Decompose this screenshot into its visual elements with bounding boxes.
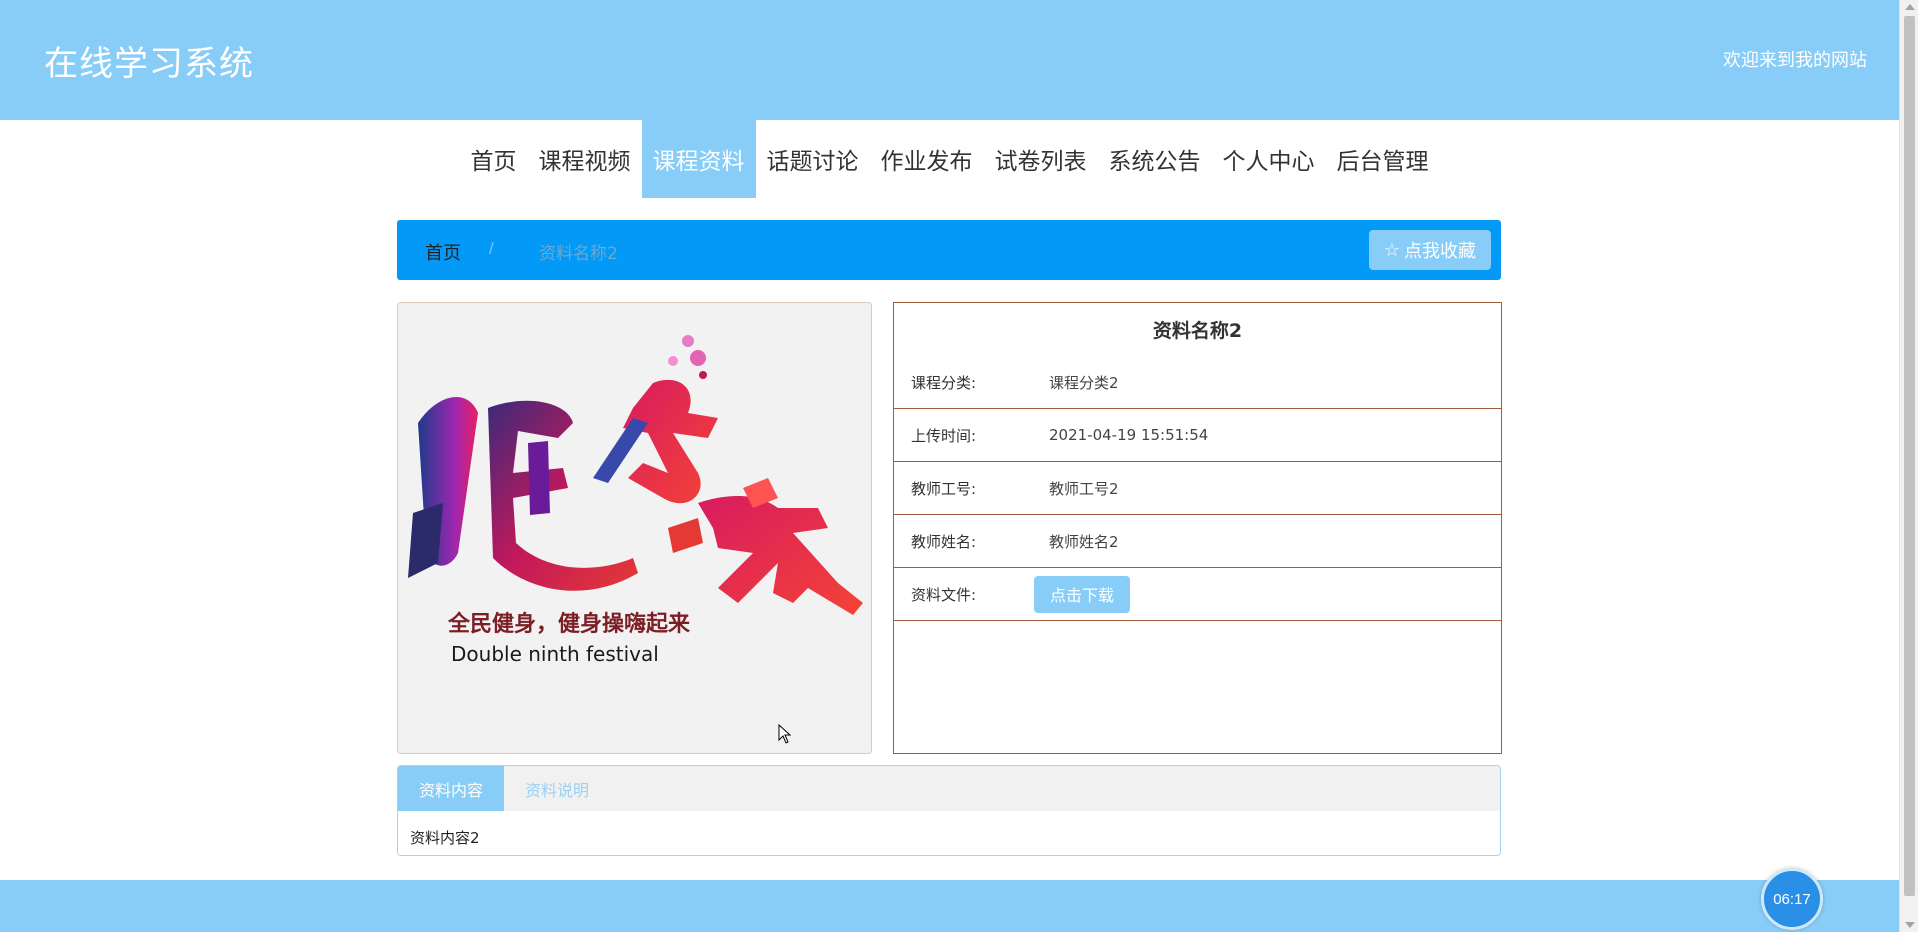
- poster-subtitle-cn: 全民健身，健身操嗨起来: [447, 611, 691, 637]
- tab-material-description[interactable]: 资料说明: [504, 766, 610, 811]
- nav-item-announcements[interactable]: 系统公告: [1098, 120, 1212, 198]
- category-label: 课程分类:: [911, 373, 977, 392]
- site-footer: [0, 880, 1899, 932]
- upload-time-label: 上传时间:: [911, 426, 977, 445]
- mouse-cursor-icon: [778, 724, 792, 744]
- breadcrumb-current: 资料名称2: [539, 244, 618, 264]
- tab-material-content[interactable]: 资料内容: [398, 766, 504, 811]
- scroll-down-arrow-icon[interactable]: [1905, 922, 1915, 928]
- teacher-id-value: 教师工号2: [1049, 479, 1119, 498]
- site-title[interactable]: 在线学习系统: [44, 36, 254, 85]
- nav-item-personal-center[interactable]: 个人中心: [1212, 120, 1326, 198]
- nav-item-topic-discussion[interactable]: 话题讨论: [756, 120, 870, 198]
- timer-bubble[interactable]: 06:17: [1761, 868, 1823, 930]
- nav-item-course-videos[interactable]: 课程视频: [528, 120, 642, 198]
- upload-time-value: 2021-04-19 15:51:54: [1049, 426, 1209, 444]
- nav-item-exam-list[interactable]: 试卷列表: [984, 120, 1098, 198]
- scroll-up-arrow-icon[interactable]: [1905, 4, 1915, 10]
- material-image: 全民健身，健身操嗨起来 Double ninth festival: [397, 302, 872, 754]
- star-outline-icon: ☆: [1383, 239, 1401, 261]
- favorite-button-label: 点我收藏: [1404, 241, 1477, 262]
- favorite-button[interactable]: ☆ 点我收藏: [1369, 230, 1491, 270]
- breadcrumb-home-link[interactable]: 首页: [425, 239, 461, 265]
- file-label: 资料文件:: [911, 585, 977, 604]
- download-button[interactable]: 点击下载: [1034, 575, 1130, 613]
- detail-row-teacher-id: 教师工号: 教师工号2: [894, 462, 1501, 515]
- material-tabs: 资料内容 资料说明 资料内容2: [397, 765, 1501, 856]
- welcome-text: 欢迎来到我的网站: [1723, 50, 1867, 71]
- vertical-scrollbar[interactable]: [1899, 0, 1918, 932]
- detail-row-teacher-name: 教师姓名: 教师姓名2: [894, 515, 1501, 568]
- category-value: 课程分类2: [1049, 373, 1119, 392]
- scroll-thumb[interactable]: [1904, 16, 1915, 896]
- teacher-id-label: 教师工号:: [911, 479, 977, 498]
- nav-item-home[interactable]: 首页: [460, 120, 528, 198]
- detail-row-upload-time: 上传时间: 2021-04-19 15:51:54: [894, 409, 1501, 462]
- breadcrumb-separator: /: [489, 239, 494, 258]
- teacher-name-label: 教师姓名:: [911, 532, 977, 551]
- nav-item-admin[interactable]: 后台管理: [1326, 120, 1440, 198]
- breadcrumb: 首页 / 资料名称2 ☆ 点我收藏: [397, 220, 1501, 280]
- nav-item-homework[interactable]: 作业发布: [870, 120, 984, 198]
- fitness-poster-image: 全民健身，健身操嗨起来 Double ninth festival: [398, 303, 871, 753]
- material-detail-table: 资料名称2 课程分类: 课程分类2 上传时间: 2021-04-19 15:51…: [893, 302, 1502, 754]
- nav-item-course-materials[interactable]: 课程资料: [641, 120, 756, 198]
- teacher-name-value: 教师姓名2: [1049, 532, 1119, 551]
- tab-header: 资料内容 资料说明: [398, 766, 1500, 811]
- tab-content: 资料内容2: [410, 829, 480, 847]
- detail-row-category: 课程分类: 课程分类2: [894, 356, 1501, 409]
- detail-row-file: 资料文件: 点击下载: [894, 568, 1501, 621]
- site-header: 在线学习系统 欢迎来到我的网站: [0, 0, 1899, 120]
- poster-subtitle-en: Double ninth festival: [451, 642, 659, 666]
- main-nav: 首页 课程视频 课程资料 话题讨论 作业发布 试卷列表 系统公告 个人中心 后台…: [0, 120, 1899, 198]
- material-title: 资料名称2: [1152, 320, 1243, 342]
